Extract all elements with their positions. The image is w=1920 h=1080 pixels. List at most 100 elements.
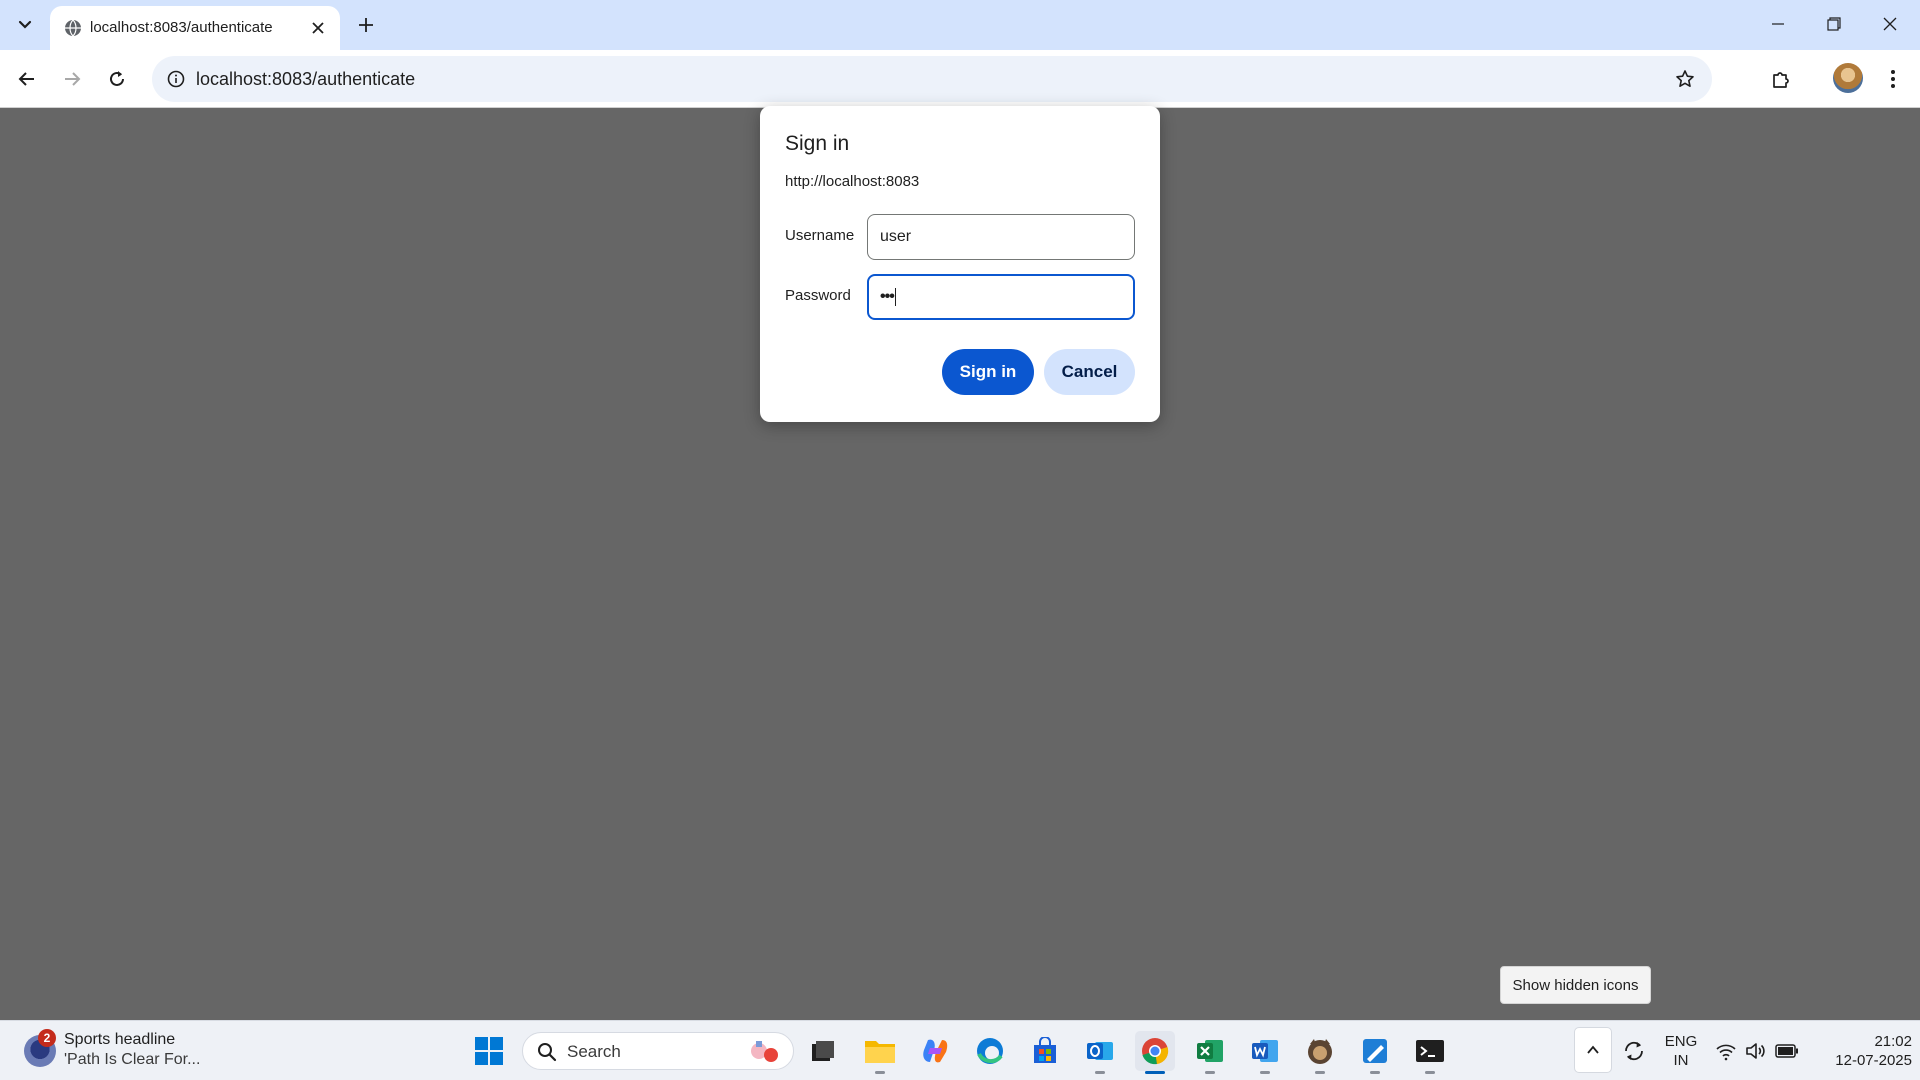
- info-icon: [167, 70, 185, 88]
- copilot-button[interactable]: [915, 1031, 955, 1071]
- close-icon: [1883, 17, 1897, 31]
- chevron-up-icon: [1587, 1045, 1599, 1054]
- taskbar: 2 Sports headline 'Path Is Clear For... …: [0, 1020, 1920, 1080]
- notification-badge: 2: [38, 1029, 56, 1047]
- password-value: •••: [880, 288, 895, 305]
- cat-app-icon: [1308, 1039, 1332, 1064]
- language-indicator[interactable]: ENG IN: [1658, 1032, 1704, 1070]
- widget-title: Sports headline: [64, 1031, 176, 1048]
- arrow-left-icon: [18, 72, 34, 86]
- folder-icon: [865, 1041, 895, 1063]
- running-indicator: [1260, 1071, 1270, 1074]
- outlook-button[interactable]: [1080, 1031, 1120, 1074]
- search-icon: [538, 1043, 557, 1062]
- file-explorer-button[interactable]: [860, 1031, 900, 1074]
- tab-strip: localhost:8083/authenticate: [0, 0, 1920, 50]
- kebab-menu-icon: [1891, 70, 1895, 88]
- reload-button[interactable]: [100, 62, 134, 96]
- clock[interactable]: 21:02 12-07-2025: [1812, 1032, 1912, 1070]
- task-view-icon: [812, 1041, 834, 1061]
- password-label: Password: [785, 287, 851, 304]
- running-indicator: [1145, 1071, 1165, 1074]
- excel-button[interactable]: [1190, 1031, 1230, 1074]
- edge-button[interactable]: [970, 1031, 1010, 1071]
- outlook-icon: [1087, 1042, 1113, 1060]
- profile-avatar[interactable]: [1833, 63, 1863, 93]
- search-highlight-icon: [751, 1041, 778, 1062]
- chevron-down-icon: [18, 20, 32, 29]
- running-indicator: [1205, 1071, 1215, 1074]
- minimize-icon: [1772, 23, 1784, 25]
- clock-date: 12-07-2025: [1835, 1052, 1912, 1069]
- chrome-button[interactable]: [1135, 1031, 1175, 1074]
- app-button[interactable]: [1355, 1031, 1395, 1074]
- new-tab-button[interactable]: [352, 11, 380, 39]
- running-indicator: [875, 1071, 885, 1074]
- word-icon: [1252, 1040, 1278, 1062]
- text-caret: [894, 288, 896, 306]
- password-field[interactable]: •••: [867, 274, 1135, 320]
- task-view-button[interactable]: [803, 1031, 843, 1071]
- edge-icon: [977, 1038, 1003, 1064]
- search-label: Search: [567, 1042, 621, 1061]
- diagram-app-icon: [1363, 1039, 1387, 1063]
- tab-title: localhost:8083/authenticate: [90, 19, 273, 36]
- battery-button[interactable]: [1773, 1037, 1801, 1065]
- wifi-button[interactable]: [1712, 1037, 1740, 1065]
- language-code: ENG: [1664, 1033, 1698, 1050]
- sync-button[interactable]: [1620, 1037, 1648, 1065]
- running-indicator: [1425, 1071, 1435, 1074]
- dialog-origin: http://localhost:8083: [785, 173, 920, 190]
- volume-button[interactable]: [1742, 1037, 1770, 1065]
- minimize-button[interactable]: [1758, 8, 1798, 40]
- username-field[interactable]: user: [867, 214, 1135, 260]
- start-button[interactable]: [469, 1031, 509, 1071]
- dialog-title: Sign in: [785, 132, 850, 155]
- sign-in-button[interactable]: Sign in: [942, 349, 1034, 395]
- language-region: IN: [1673, 1052, 1689, 1069]
- restore-button[interactable]: [1814, 8, 1854, 40]
- reload-icon: [110, 71, 124, 86]
- back-button[interactable]: [10, 62, 44, 96]
- puzzle-icon: [1773, 72, 1789, 88]
- store-button[interactable]: [1025, 1031, 1065, 1071]
- app-button[interactable]: [1300, 1031, 1340, 1074]
- store-icon: [1034, 1037, 1056, 1063]
- site-info-button[interactable]: [160, 63, 192, 95]
- globe-icon: [65, 19, 81, 37]
- taskbar-search[interactable]: Search: [522, 1032, 794, 1070]
- clock-time: 21:02: [1874, 1033, 1912, 1050]
- widget-subtitle: 'Path Is Clear For...: [64, 1051, 201, 1068]
- word-button[interactable]: [1245, 1031, 1285, 1074]
- plus-icon: [359, 18, 373, 32]
- username-label: Username: [785, 227, 855, 244]
- show-hidden-icons-button[interactable]: [1574, 1027, 1612, 1073]
- menu-button[interactable]: [1876, 62, 1910, 96]
- cancel-button[interactable]: Cancel: [1044, 349, 1135, 395]
- close-icon: [312, 22, 324, 34]
- close-window-button[interactable]: [1870, 8, 1910, 40]
- battery-icon: [1775, 1044, 1798, 1058]
- forward-button[interactable]: [55, 62, 89, 96]
- running-indicator: [1315, 1071, 1325, 1074]
- speaker-icon: [1746, 1043, 1765, 1059]
- windows-logo-icon: [475, 1037, 503, 1065]
- running-indicator: [1095, 1071, 1105, 1074]
- sync-icon: [1625, 1041, 1643, 1061]
- star-icon: [1676, 70, 1694, 87]
- terminal-button[interactable]: [1410, 1031, 1450, 1074]
- chrome-icon: [1142, 1038, 1169, 1065]
- excel-icon: [1197, 1040, 1223, 1062]
- address-bar[interactable]: localhost:8083/authenticate: [152, 56, 1712, 102]
- tab-search-button[interactable]: [10, 12, 40, 38]
- extensions-button[interactable]: [1764, 62, 1798, 96]
- url-text: localhost:8083/authenticate: [196, 69, 416, 89]
- show-hidden-icons-tooltip: Show hidden icons: [1500, 966, 1651, 1004]
- browser-tab[interactable]: localhost:8083/authenticate: [50, 6, 340, 50]
- copilot-icon: [923, 1039, 948, 1063]
- username-value: user: [880, 228, 912, 245]
- restore-icon: [1827, 17, 1841, 31]
- bookmark-button[interactable]: [1670, 64, 1700, 94]
- tab-close-button[interactable]: [306, 16, 330, 40]
- arrow-right-icon: [65, 72, 81, 86]
